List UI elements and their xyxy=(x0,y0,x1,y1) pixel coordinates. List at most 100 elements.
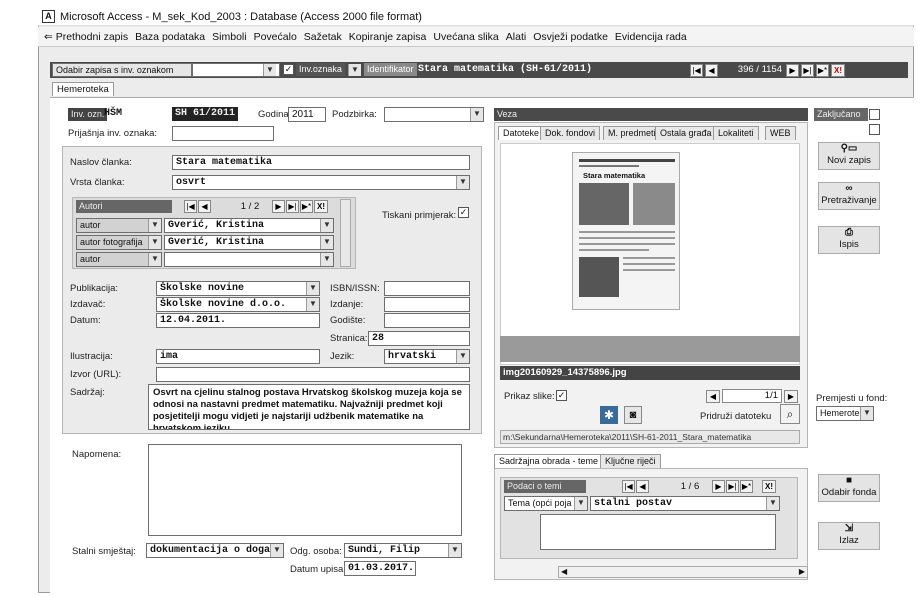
article-title-field[interactable]: Stara matematika xyxy=(172,155,470,170)
chevron-down-icon[interactable]: ▼ xyxy=(860,407,873,420)
next-author-icon[interactable]: ▶ xyxy=(272,200,285,213)
topics-tab[interactable]: Ključne riječi xyxy=(600,454,661,468)
content-textarea[interactable]: Osvrt na cjelinu stalnog postava Hrvatsk… xyxy=(148,384,470,430)
next-file-icon[interactable]: ▶ xyxy=(784,390,798,403)
date-field[interactable]: 12.04.2011. xyxy=(156,313,320,328)
links-tab[interactable]: WEB xyxy=(765,126,796,140)
chevron-down-icon[interactable]: ▼ xyxy=(574,497,587,510)
first-record-icon[interactable]: |◀ xyxy=(690,64,703,77)
menu-item[interactable]: Sažetak xyxy=(304,27,342,47)
next-record-icon[interactable]: ▶ xyxy=(786,64,799,77)
choose-fond-button[interactable]: ■ Odabir fonda xyxy=(818,474,880,502)
inv-checkbox[interactable]: ✓ xyxy=(283,64,294,75)
links-tab[interactable]: Datoteke xyxy=(498,126,545,140)
links-tab[interactable]: Lokaliteti xyxy=(713,126,759,140)
links-tab[interactable]: Ostala građa xyxy=(655,126,717,140)
prev-author-icon[interactable]: ◀ xyxy=(198,200,211,213)
menu-item[interactable]: Baza podataka xyxy=(135,27,205,47)
year-field[interactable]: 2011 xyxy=(288,107,326,122)
prev-record-icon[interactable]: ◀ xyxy=(705,64,718,77)
author-name-select[interactable] xyxy=(164,252,334,267)
chevron-down-icon[interactable]: ▼ xyxy=(320,219,333,232)
article-type-select[interactable]: osvrt xyxy=(172,175,470,190)
entry-date-field[interactable]: 01.03.2017. xyxy=(344,561,416,576)
menu-item[interactable]: Povećalo xyxy=(254,27,297,47)
authors-scrollbar[interactable] xyxy=(340,199,351,267)
delete-topic-icon[interactable]: X! xyxy=(762,480,776,493)
illustration-field[interactable]: ima xyxy=(156,349,320,364)
search-button[interactable]: ∞ Pretraživanje xyxy=(818,182,880,210)
chevron-down-icon[interactable]: ▼ xyxy=(320,253,333,266)
chevron-down-icon[interactable]: ▼ xyxy=(766,497,779,510)
isbn-field[interactable] xyxy=(384,281,470,296)
last-author-icon[interactable]: ▶| xyxy=(286,200,299,213)
publisher-select[interactable]: Školske novine d.o.o. xyxy=(156,297,320,312)
menu-item[interactable]: Simboli xyxy=(212,27,246,47)
next-topic-icon[interactable]: ▶ xyxy=(712,480,725,493)
record-select-label: Odabir zapisa s inv. oznakom xyxy=(52,63,192,77)
edition-field[interactable] xyxy=(384,297,470,312)
prev-file-icon[interactable]: ◀ xyxy=(706,390,720,403)
links-tab[interactable]: M. predmeti xyxy=(603,126,661,140)
preview-gray-strip xyxy=(500,336,800,362)
subcollection-select[interactable] xyxy=(384,107,484,122)
chevron-down-icon[interactable]: ▼ xyxy=(470,108,483,121)
chevron-down-icon[interactable]: ▼ xyxy=(320,236,333,249)
locked-checkbox[interactable] xyxy=(869,109,880,120)
location-select[interactable]: dokumentacija o događa xyxy=(146,543,284,558)
last-record-icon[interactable]: ▶| xyxy=(801,64,814,77)
volume-field[interactable] xyxy=(384,313,470,328)
image-tool-icon[interactable]: ✱ xyxy=(600,406,618,424)
new-record-button[interactable]: ⚲▭ Novi zapis xyxy=(818,142,880,170)
delete-author-icon[interactable]: X! xyxy=(314,200,328,213)
chevron-down-icon[interactable]: ▼ xyxy=(456,176,469,189)
topics-hscrollbar[interactable]: ◀ ▶ xyxy=(558,566,808,578)
prev-inv-field[interactable] xyxy=(172,126,274,141)
chevron-down-icon[interactable]: ▼ xyxy=(306,298,319,311)
camera-icon[interactable]: ◙ xyxy=(624,406,642,424)
source-url-field[interactable] xyxy=(156,367,470,382)
printed-checkbox[interactable]: ✓ xyxy=(458,207,469,218)
notes-textarea[interactable] xyxy=(148,444,462,536)
show-image-checkbox[interactable]: ✓ xyxy=(556,390,567,401)
prev-topic-icon[interactable]: ◀ xyxy=(636,480,649,493)
chevron-down-icon[interactable]: ▼ xyxy=(348,64,361,76)
search-icon[interactable]: ⌕ xyxy=(780,404,800,424)
menu-item[interactable]: Osvježi podatke xyxy=(533,27,608,47)
chevron-down-icon[interactable]: ▼ xyxy=(448,544,461,557)
chevron-down-icon[interactable]: ▼ xyxy=(270,544,283,557)
page-field[interactable]: 28 xyxy=(368,331,470,346)
topic-notes-field[interactable] xyxy=(540,514,776,550)
responsible-person-select[interactable]: Sundi, Filip xyxy=(344,543,462,558)
chevron-down-icon[interactable]: ▼ xyxy=(306,282,319,295)
topics-tab[interactable]: Sadržajna obrada - teme xyxy=(494,454,604,468)
new-record-nav-icon[interactable]: ▶* xyxy=(816,64,829,77)
links-tab[interactable]: Dok. fondovi xyxy=(540,126,601,140)
menu-item[interactable]: Uvećana slika xyxy=(433,27,498,47)
print-button[interactable]: ⎙ Ispis xyxy=(818,226,880,254)
locked-secondary-checkbox[interactable] xyxy=(869,124,880,135)
chevron-down-icon[interactable]: ▼ xyxy=(148,236,161,249)
chevron-down-icon[interactable]: ▼ xyxy=(456,350,469,363)
chevron-down-icon[interactable]: ▼ xyxy=(263,64,276,76)
new-author-icon[interactable]: ▶* xyxy=(300,200,313,213)
publication-select[interactable]: Školske novine xyxy=(156,281,320,296)
printed-label: Tiskani primjerak: xyxy=(382,210,457,221)
menu-item[interactable]: Alati xyxy=(506,27,526,47)
menu-item[interactable]: ⇐ Prethodni zapis xyxy=(44,27,128,47)
new-topic-icon[interactable]: ▶* xyxy=(740,480,753,493)
exit-button[interactable]: ⇲ Izlaz xyxy=(818,522,880,550)
first-author-icon[interactable]: |◀ xyxy=(184,200,197,213)
menu-item[interactable]: Kopiranje zapisa xyxy=(349,27,427,47)
chevron-down-icon[interactable]: ▼ xyxy=(148,219,161,232)
author-name-select[interactable]: Gverić, Kristina xyxy=(164,235,334,250)
chevron-down-icon[interactable]: ▼ xyxy=(148,253,161,266)
delete-record-icon[interactable]: X! xyxy=(831,64,845,77)
first-topic-icon[interactable]: |◀ xyxy=(622,480,635,493)
file-counter: 1/1 xyxy=(722,389,782,403)
last-topic-icon[interactable]: ▶| xyxy=(726,480,739,493)
author-name-select[interactable]: Gverić, Kristina xyxy=(164,218,334,233)
topic-value-select[interactable]: stalni postav xyxy=(590,496,780,511)
menu-item[interactable]: Evidencija rada xyxy=(615,27,687,47)
tab-hemeroteka[interactable]: Hemeroteka xyxy=(52,82,114,96)
